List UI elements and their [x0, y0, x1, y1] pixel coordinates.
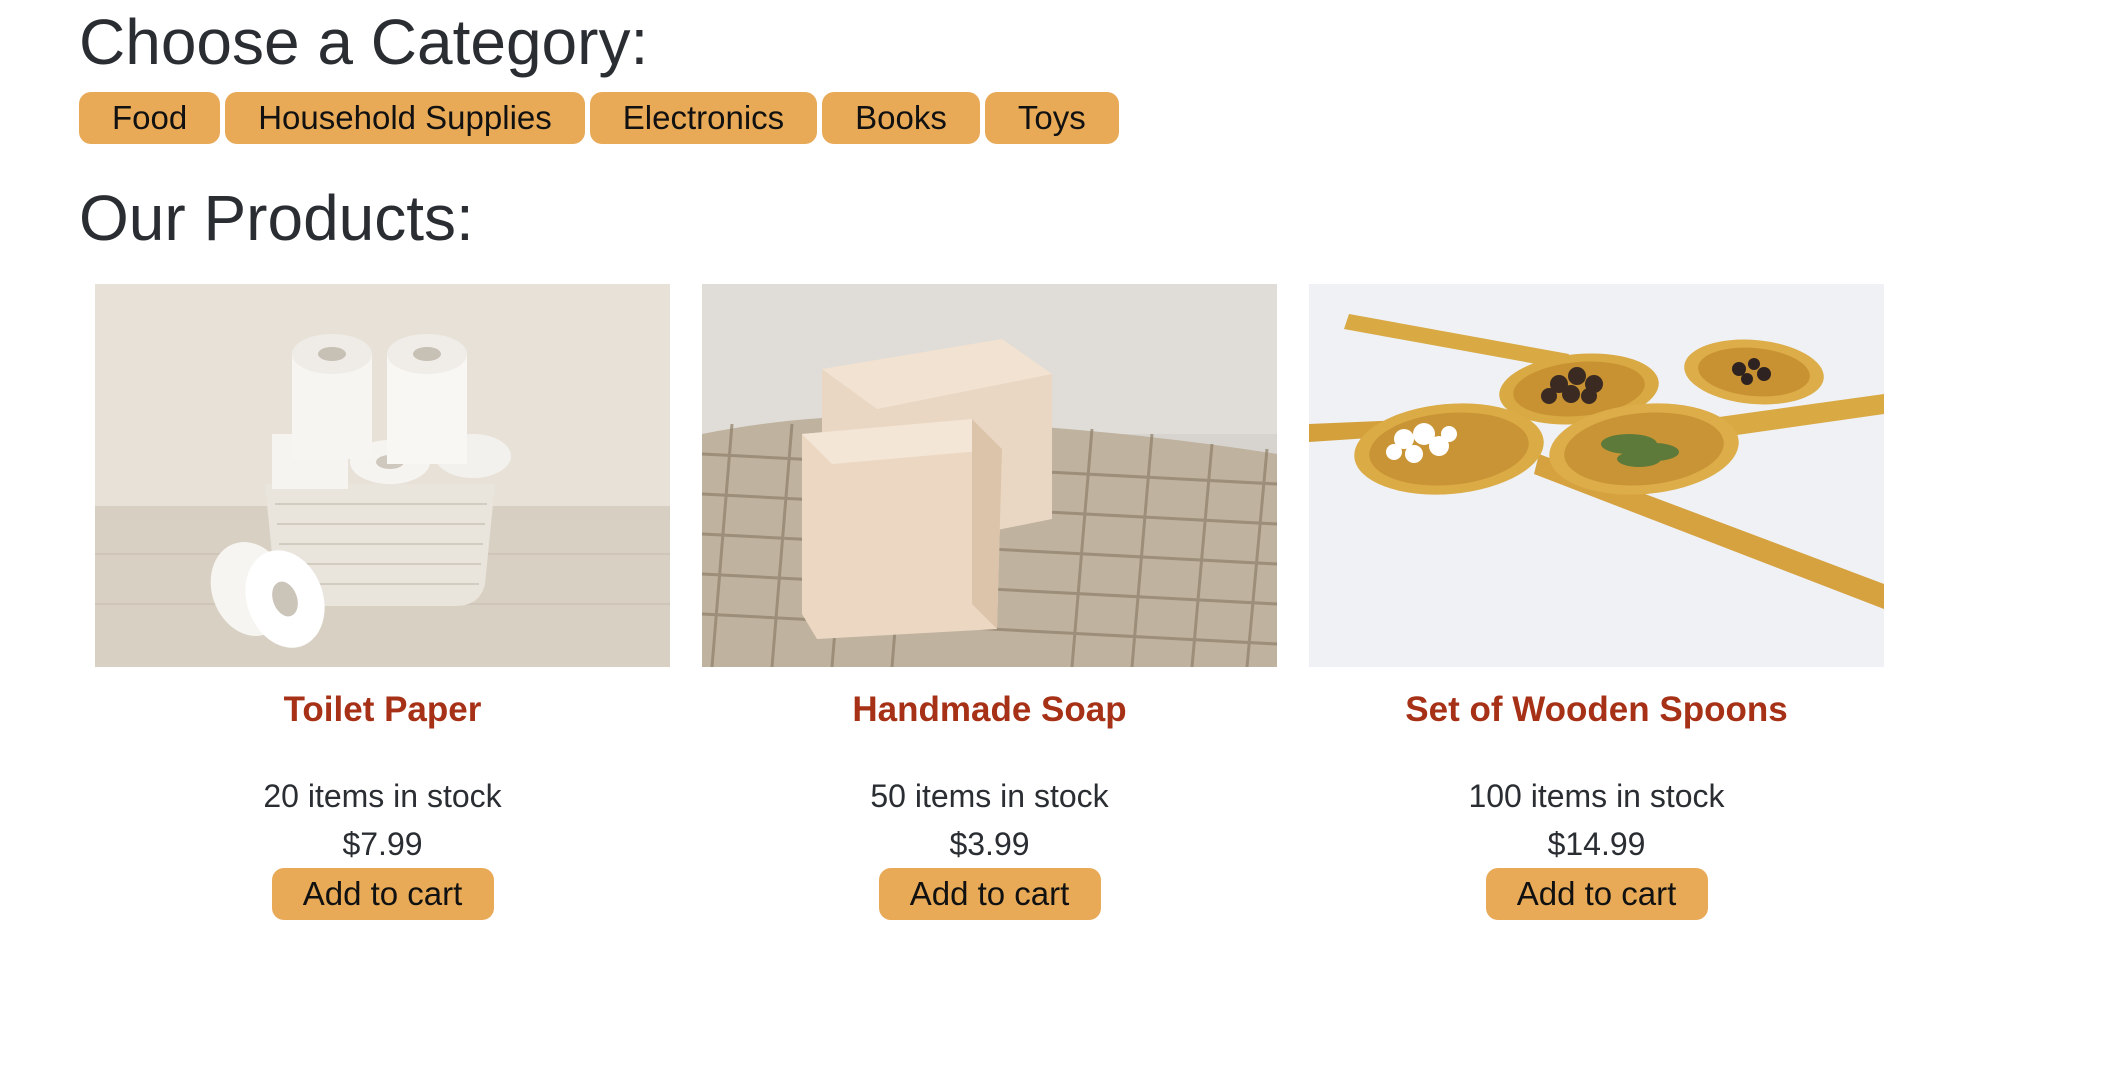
product-card: Set of Wooden Spoons 100 items in stock … [1309, 284, 1884, 920]
product-card: Handmade Soap 50 items in stock $3.99 Ad… [702, 284, 1277, 920]
category-button-toys[interactable]: Toys [984, 92, 1119, 144]
category-button-books[interactable]: Books [822, 92, 980, 144]
product-price: $3.99 [949, 826, 1030, 862]
product-stock: 50 items in stock [870, 778, 1109, 814]
product-image-toilet-paper[interactable] [95, 284, 670, 667]
category-list: Food Household Supplies Electronics Book… [79, 92, 1119, 144]
add-to-cart-button[interactable]: Add to cart [878, 868, 1101, 920]
product-price: $7.99 [342, 826, 423, 862]
category-button-electronics[interactable]: Electronics [589, 92, 818, 144]
category-button-household-supplies[interactable]: Household Supplies [225, 92, 585, 144]
category-button-food[interactable]: Food [79, 92, 221, 144]
product-price: $14.99 [1547, 826, 1646, 862]
product-stock: 100 items in stock [1468, 778, 1725, 814]
category-heading: Choose a Category: [79, 6, 649, 78]
add-to-cart-button[interactable]: Add to cart [271, 868, 494, 920]
product-card: Toilet Paper 20 items in stock $7.99 Add… [95, 284, 670, 920]
product-image-wooden-spoons[interactable] [1309, 284, 1884, 667]
product-name[interactable]: Toilet Paper [284, 690, 482, 730]
add-to-cart-button[interactable]: Add to cart [1485, 868, 1708, 920]
product-name[interactable]: Set of Wooden Spoons [1405, 690, 1787, 730]
products-heading: Our Products: [79, 182, 474, 254]
product-name[interactable]: Handmade Soap [852, 690, 1126, 730]
product-stock: 20 items in stock [263, 778, 502, 814]
product-image-handmade-soap[interactable] [702, 284, 1277, 667]
product-grid: Toilet Paper 20 items in stock $7.99 Add… [95, 284, 1884, 920]
